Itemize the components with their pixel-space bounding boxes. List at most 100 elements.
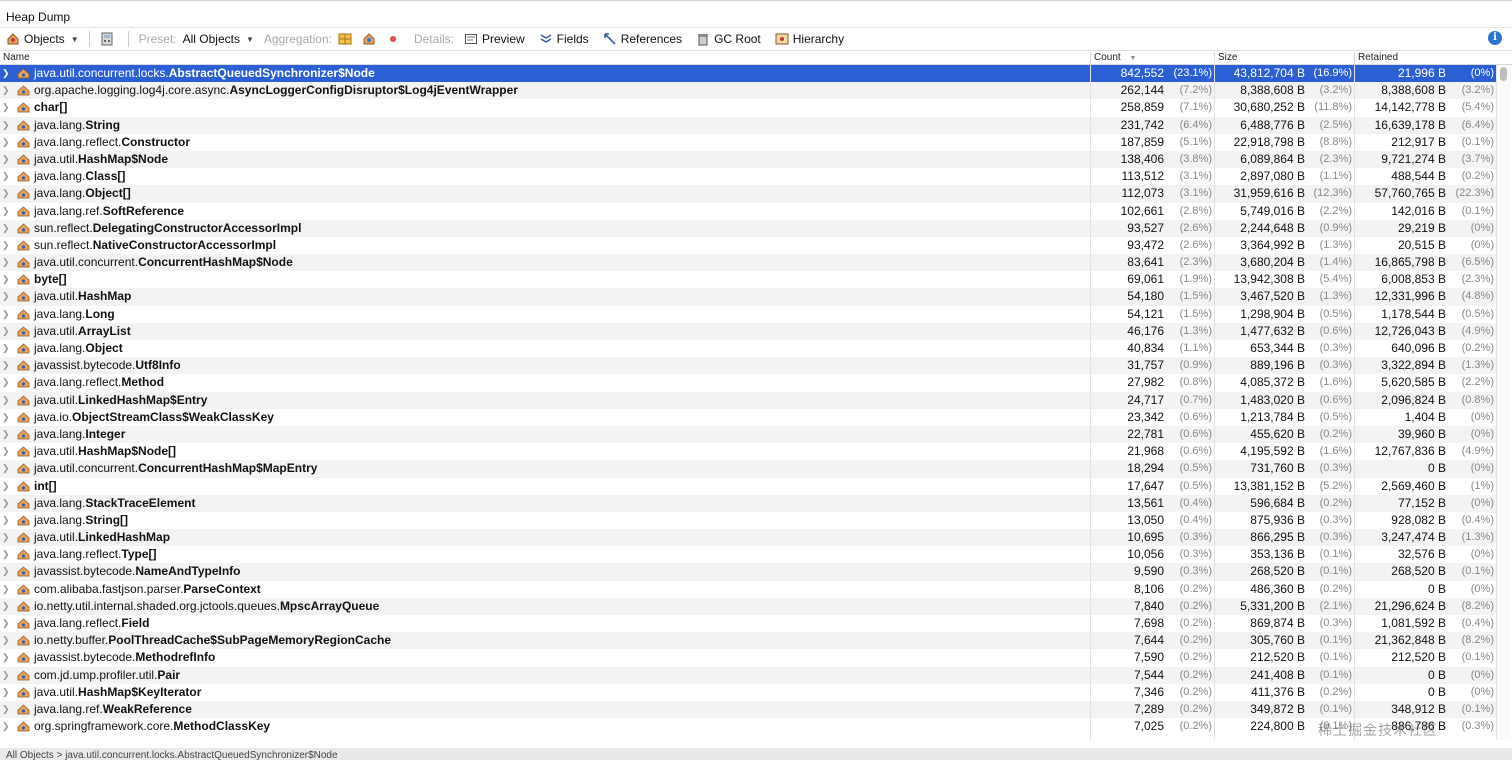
expand-arrow-icon[interactable]: ❯ (2, 99, 10, 116)
table-row[interactable]: ❯ java.lang.String 231,742 (6.4%) 6,488,776 … (0, 116, 1496, 134)
expand-arrow-icon[interactable]: ❯ (2, 340, 10, 357)
expand-arrow-icon[interactable]: ❯ (2, 581, 10, 598)
expand-arrow-icon[interactable]: ❯ (2, 632, 10, 649)
vertical-scrollbar[interactable] (1496, 65, 1511, 740)
table-row[interactable]: ❯ io.netty.buffer.PoolThreadCache$SubPage… (0, 632, 1496, 650)
table-row[interactable]: ❯ sun.reflect.DelegatingConstructorAccess… (0, 219, 1496, 237)
table-row[interactable]: ❯ java.lang.reflect.Method 27,982 (0.8%) 4,0… (0, 374, 1496, 391)
table-row[interactable]: ❯ java.util.ArrayList 46,176 (1.3%) 1,477,63… (0, 322, 1496, 340)
fields-button[interactable]: Fields (539, 28, 589, 50)
expand-arrow-icon[interactable]: ❯ (2, 151, 10, 168)
expand-arrow-icon[interactable]: ❯ (2, 546, 10, 563)
column-header-count[interactable]: Count ▼ (1094, 52, 1136, 63)
expand-arrow-icon[interactable]: ❯ (2, 615, 10, 632)
expand-arrow-icon[interactable]: ❯ (2, 203, 10, 220)
table-row[interactable]: ❯ java.lang.Long 54,121 (1.5%) 1,298,904 B (0… (0, 306, 1496, 323)
expand-arrow-icon[interactable]: ❯ (2, 185, 10, 202)
expand-arrow-icon[interactable]: ❯ (2, 134, 10, 151)
expand-arrow-icon[interactable]: ❯ (2, 426, 10, 443)
table-row[interactable]: ❯ java.lang.String[] 13,050 (0.4%) 875,936 B… (0, 512, 1496, 529)
expand-arrow-icon[interactable]: ❯ (2, 392, 10, 409)
expand-arrow-icon[interactable]: ❯ (2, 288, 10, 305)
expand-arrow-icon[interactable]: ❯ (2, 306, 10, 323)
table-row[interactable]: ❯ javassist.bytecode.MethodrefInfo 7,590 (0… (0, 649, 1496, 666)
table-row[interactable]: ❯ java.util.HashMap$Node[] 21,968 (0.6%) 4,1… (0, 443, 1496, 460)
table-row[interactable]: ❯ java.util.concurrent.ConcurrentHashMap$… (0, 460, 1496, 478)
table-row[interactable]: ❯ java.lang.StackTraceElement 13,561 (0.4%)… (0, 494, 1496, 512)
table-row[interactable]: ❯ byte[] 69,061 (1.9%) 13,942,308 B (5.4%) 6,0… (0, 271, 1496, 288)
table-row[interactable]: ❯ java.util.HashMap$KeyIterator 7,346 (0.2%… (0, 684, 1496, 701)
table-row[interactable]: ❯ java.util.HashMap$Node 138,406 (3.8%) 6,08… (0, 150, 1496, 169)
column-header-retained[interactable]: Retained (1358, 52, 1398, 63)
expand-arrow-icon[interactable]: ❯ (2, 271, 10, 288)
expand-arrow-icon[interactable]: ❯ (2, 478, 10, 495)
expand-arrow-icon[interactable]: ❯ (2, 529, 10, 546)
aggregation-instance-button[interactable] (386, 28, 404, 50)
expand-arrow-icon[interactable]: ❯ (2, 598, 10, 615)
table-row[interactable]: ❯ java.util.HashMap 54,180 (1.5%) 3,467,520 … (0, 288, 1496, 306)
table-row[interactable]: ❯ java.lang.Object[] 112,073 (3.1%) 31,959,6… (0, 185, 1496, 203)
table-row[interactable]: ❯ com.jd.ump.profiler.util.Pair 7,544 (0.2%… (0, 666, 1496, 684)
table-row[interactable]: ❯ org.apache.logging.log4j.core.async.Asy… (0, 82, 1496, 100)
table-row[interactable]: ❯ java.lang.Class[] 113,512 (3.1%) 2,897,080… (0, 168, 1496, 185)
expand-arrow-icon[interactable]: ❯ (2, 237, 10, 254)
expand-arrow-icon[interactable]: ❯ (2, 82, 10, 99)
hierarchy-button[interactable]: Hierarchy (775, 28, 844, 50)
expand-arrow-icon[interactable]: ❯ (2, 323, 10, 340)
table-row[interactable]: ❯ java.util.LinkedHashMap 10,695 (0.3%) 866,… (0, 529, 1496, 547)
column-header-size[interactable]: Size (1218, 52, 1237, 63)
calculate-button[interactable] (100, 28, 118, 50)
aggregation-class-button[interactable] (338, 28, 356, 50)
expand-arrow-icon[interactable]: ❯ (2, 460, 10, 477)
column-divider[interactable] (1214, 52, 1215, 65)
table-row[interactable]: ❯ java.lang.Object 40,834 (1.1%) 653,344 B (0… (0, 340, 1496, 357)
table-row[interactable]: ❯ org.springframework.core.MethodClassKey… (0, 718, 1496, 735)
table-row[interactable]: ❯ java.lang.Integer 22,781 (0.6%) 455,620 B (… (0, 425, 1496, 444)
table-row[interactable]: ❯ java.lang.reflect.Type[] 10,056 (0.3%) 353… (0, 546, 1496, 563)
table-row[interactable]: ❯ java.util.LinkedHashMap$Entry 24,717 (0.7… (0, 391, 1496, 409)
expand-arrow-icon[interactable]: ❯ (2, 65, 10, 82)
table-row[interactable]: ❯ io.netty.util.internal.shaded.org.jctoo… (0, 597, 1496, 615)
count-cell: 54,180 (1127, 289, 1164, 304)
expand-arrow-icon[interactable]: ❯ (2, 409, 10, 426)
table-row[interactable]: ❯ sun.reflect.NativeConstructorAccessorIm… (0, 237, 1496, 254)
expand-arrow-icon[interactable]: ❯ (2, 667, 10, 684)
info-icon[interactable]: i (1488, 31, 1502, 45)
table-row[interactable]: ❯ java.io.ObjectStreamClass$WeakClassKey 2… (0, 409, 1496, 426)
table-row[interactable]: ❯ int[] 17,647 (0.5%) 13,381,152 B (5.2%) 2,56… (0, 478, 1496, 495)
table-row[interactable]: ❯ javassist.bytecode.NameAndTypeInfo 9,590… (0, 563, 1496, 581)
expand-arrow-icon[interactable]: ❯ (2, 649, 10, 666)
expand-arrow-icon[interactable]: ❯ (2, 443, 10, 460)
preset-dropdown[interactable]: All Objects ▼ (183, 28, 254, 50)
expand-arrow-icon[interactable]: ❯ (2, 374, 10, 391)
table-row[interactable]: ❯ java.lang.reflect.Field 7,698 (0.2%) 869,8… (0, 615, 1496, 632)
expand-arrow-icon[interactable]: ❯ (2, 357, 10, 374)
expand-arrow-icon[interactable]: ❯ (2, 117, 10, 134)
column-divider[interactable] (1354, 52, 1355, 65)
table-row[interactable]: ❯ java.lang.reflect.Constructor 187,859 (5.… (0, 134, 1496, 151)
expand-arrow-icon[interactable]: ❯ (2, 254, 10, 271)
table-row[interactable]: ❯ java.lang.ref.SoftReference 102,661 (2.8%… (0, 203, 1496, 220)
column-header-name[interactable]: Name (3, 52, 30, 63)
scrollbar-thumb[interactable] (1500, 67, 1507, 81)
aggregation-package-button[interactable] (362, 28, 380, 50)
table-row[interactable]: ❯ com.alibaba.fastjson.parser.ParseContex… (0, 581, 1496, 598)
table-row[interactable]: ❯ javassist.bytecode.Utf8Info 31,757 (0.9%)… (0, 357, 1496, 375)
expand-arrow-icon[interactable]: ❯ (2, 684, 10, 701)
table-row[interactable]: ❯ java.util.concurrent.ConcurrentHashMap$… (0, 254, 1496, 272)
expand-arrow-icon[interactable]: ❯ (2, 701, 10, 718)
expand-arrow-icon[interactable]: ❯ (2, 718, 10, 735)
expand-arrow-icon[interactable]: ❯ (2, 220, 10, 237)
gc-root-button[interactable]: GC Root (696, 28, 761, 50)
table-row[interactable]: ❯ java.lang.ref.WeakReference 7,289 (0.2%) 3… (0, 700, 1496, 719)
view-selector[interactable]: Objects ▼ (6, 28, 79, 50)
expand-arrow-icon[interactable]: ❯ (2, 495, 10, 512)
table-row[interactable]: ❯ java.util.concurrent.locks.AbstractQueu… (0, 65, 1496, 83)
references-button[interactable]: References (603, 28, 682, 50)
table-row[interactable]: ❯ char[] 258,859 (7.1%) 30,680,252 B (11.8%) 1… (0, 99, 1496, 116)
expand-arrow-icon[interactable]: ❯ (2, 168, 10, 185)
column-divider[interactable] (1090, 52, 1091, 65)
expand-arrow-icon[interactable]: ❯ (2, 563, 10, 580)
preview-button[interactable]: Preview (464, 28, 525, 50)
expand-arrow-icon[interactable]: ❯ (2, 512, 10, 529)
